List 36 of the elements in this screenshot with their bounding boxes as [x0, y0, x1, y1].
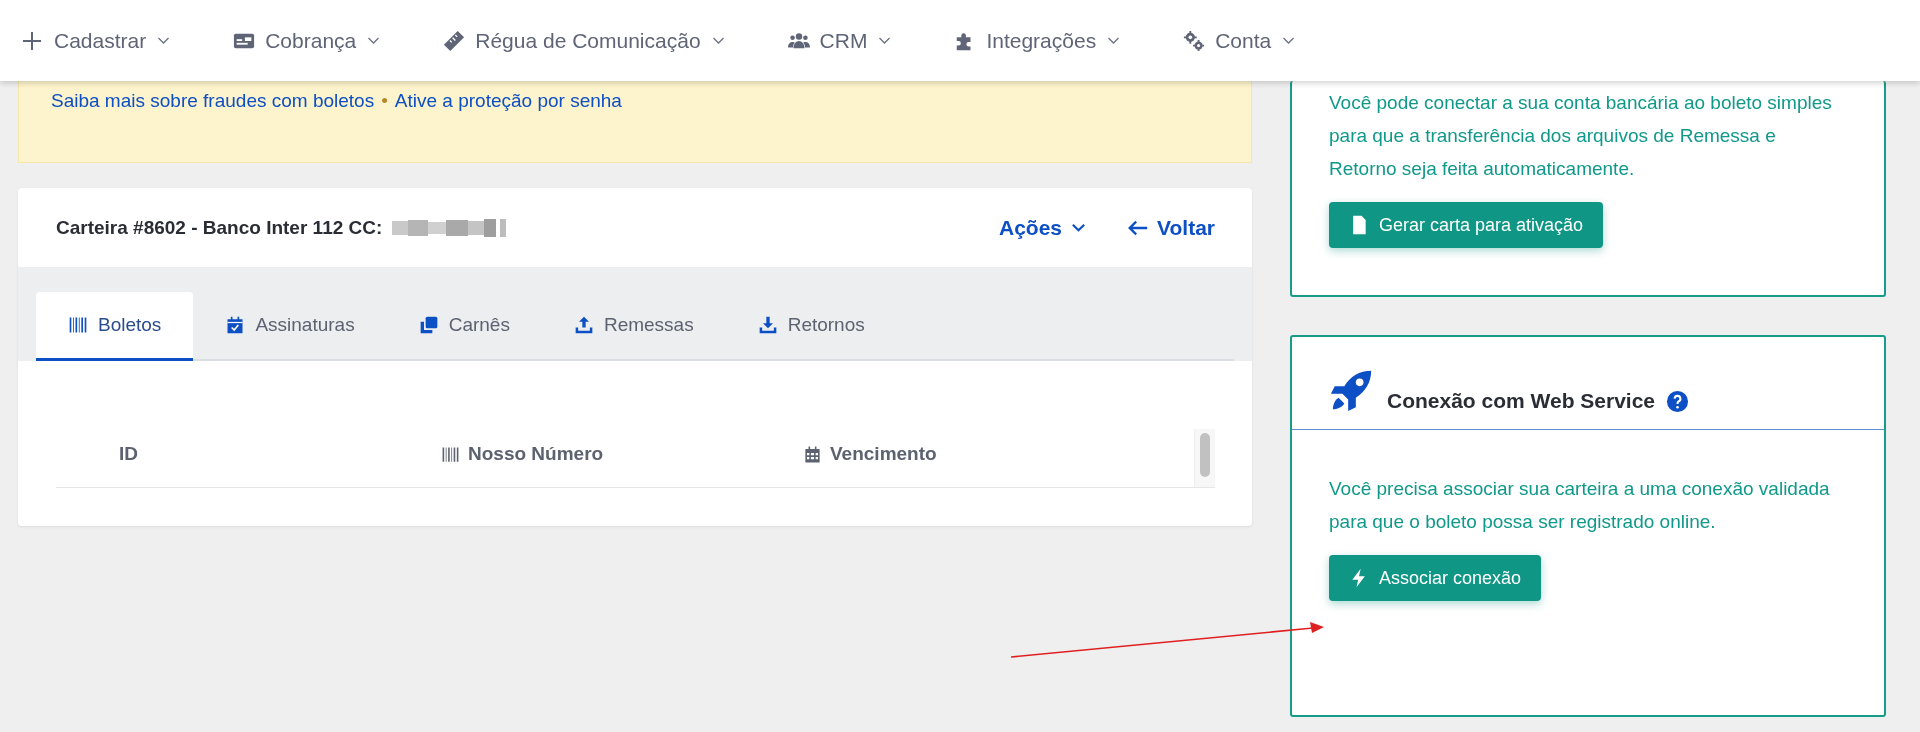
gears-icon — [1183, 29, 1206, 52]
tab[interactable]: Retornos — [725, 292, 897, 361]
alert-link[interactable]: Ative a proteção por senha — [394, 90, 622, 112]
nav-menu-item[interactable]: Cobrança — [229, 28, 414, 53]
ruler-icon — [443, 29, 466, 52]
help-icon — [1666, 389, 1690, 413]
download-icon — [757, 315, 778, 335]
card-title: Conexão com Web Service — [1387, 389, 1656, 413]
upload-icon — [573, 315, 594, 335]
column-header: Nosso Número — [441, 429, 803, 479]
card-description: Você precisa associar sua carteira a uma conexão validada para que o boleto possa ser registrado online. — [1328, 477, 1831, 534]
barcode-icon — [68, 315, 88, 335]
nav-menu-item[interactable]: Conta — [1179, 28, 1329, 53]
actions-dropdown[interactable]: Ações — [999, 215, 1088, 240]
back-link[interactable]: Voltar — [1127, 215, 1215, 240]
nav-menu-item[interactable]: Régua de Comunicação — [439, 28, 758, 53]
card-description: Você pode conectar a sua conta bancária ao boleto simples para que a transferência dos arquivos de Remessa e Retorno seja feita automaticamente. — [1328, 91, 1833, 181]
copy-icon — [418, 315, 439, 335]
generate-letter-button[interactable]: Gerar carta para ativação — [1329, 202, 1604, 248]
barcode-icon — [441, 444, 460, 464]
nav-menu-item[interactable]: CRM — [783, 28, 925, 53]
scrollbar[interactable] — [1194, 429, 1215, 487]
column-header: ID — [119, 442, 139, 466]
separator-dot: • — [381, 90, 388, 112]
wallet-title: Carteira #8602 - Banco Inter 112 CC: — [56, 216, 383, 239]
tab[interactable]: Remessas — [541, 292, 726, 361]
tab[interactable]: Carnês — [386, 292, 542, 361]
column-header: Vencimento — [803, 429, 1023, 479]
alert-link[interactable]: Saiba mais sobre fraudes com boletos — [51, 90, 375, 112]
calendar-icon — [803, 444, 822, 464]
nav-menu-item[interactable]: Cadastrar — [16, 28, 204, 53]
tab[interactable]: Boletos — [36, 292, 194, 361]
tab[interactable]: Assinaturas — [193, 292, 387, 361]
nav-menu-item[interactable]: Integrações — [950, 28, 1154, 53]
calendar-check-icon — [225, 315, 246, 335]
associate-connection-button[interactable]: Associar conexão — [1329, 555, 1542, 601]
